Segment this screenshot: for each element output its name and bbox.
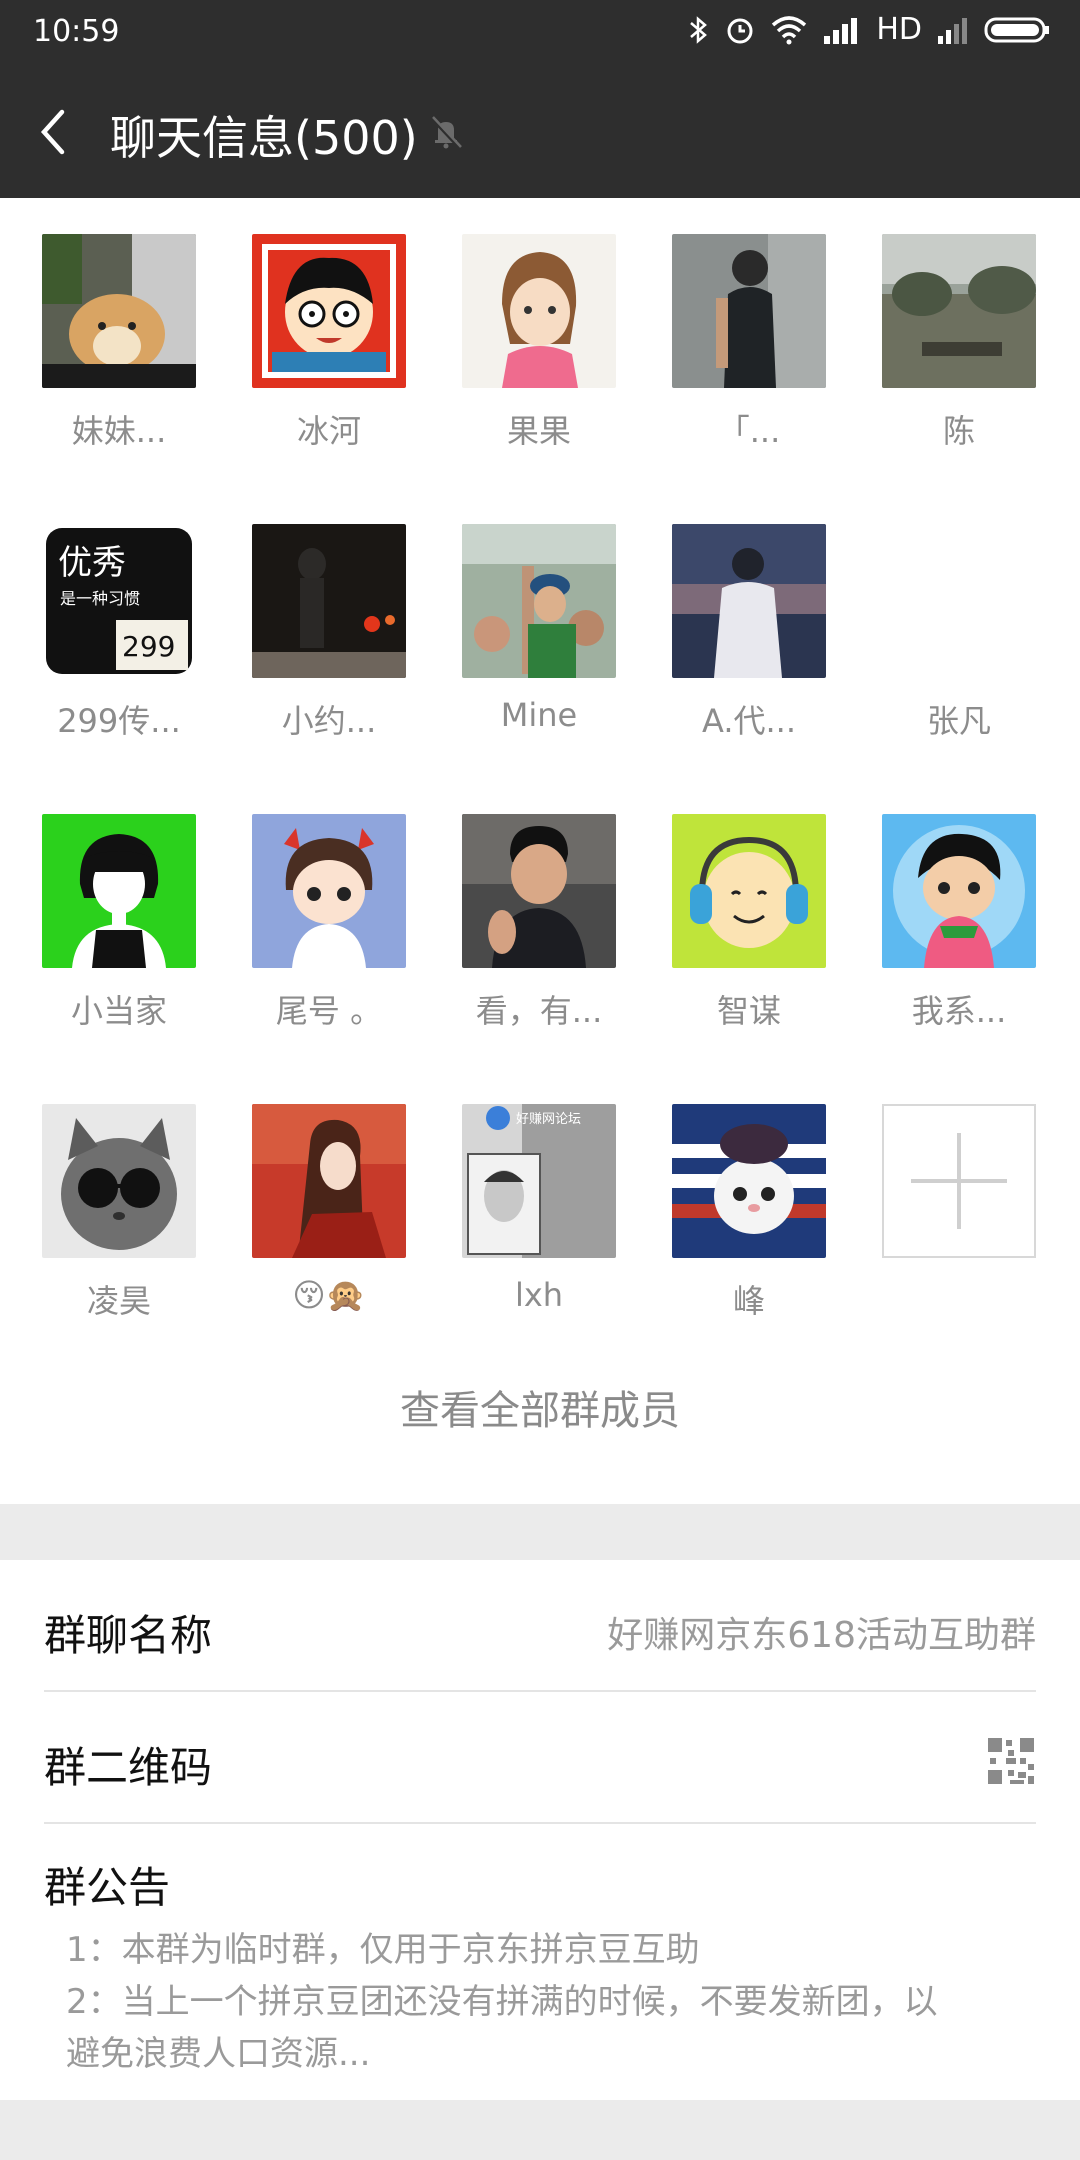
avatar[interactable] [252, 234, 406, 388]
member-name: 小当家 [70, 992, 167, 1030]
member-name: 「... [717, 412, 781, 450]
avatar[interactable] [252, 524, 406, 678]
mute-bell-icon [430, 116, 462, 150]
avatar[interactable] [672, 814, 826, 968]
qr-code-icon [986, 1736, 1036, 1786]
back-arrow-icon[interactable] [30, 106, 80, 158]
member-item[interactable]: 😚🙊 [252, 1104, 406, 1354]
avatar[interactable] [882, 234, 1036, 388]
member-name: 冰河 [296, 412, 361, 450]
bluetooth-icon [690, 15, 708, 44]
member-name: Mine [500, 696, 578, 734]
member-item[interactable]: 「... [672, 234, 826, 524]
member-item[interactable]: 凌昊 [42, 1104, 196, 1354]
avatar[interactable]: 优秀 是一种习惯 299 [42, 524, 196, 678]
member-item[interactable]: 优秀 是一种习惯 299 299传... [42, 524, 196, 814]
member-name: lxh [514, 1276, 564, 1314]
group-qr-row[interactable]: 群二维码 [44, 1692, 1036, 1824]
network-type: HD [876, 12, 922, 47]
avatar [882, 524, 1036, 678]
member-item[interactable]: 我系... [882, 814, 1036, 1104]
member-item[interactable]: 好赚网论坛 lxh [462, 1104, 616, 1354]
group-name-label: 群聊名称 [44, 1611, 213, 1660]
group-name-value: 好赚网京东618活动互助群 [607, 1615, 1036, 1656]
member-item[interactable]: 峰 [672, 1104, 826, 1354]
avatar[interactable]: 好赚网论坛 [462, 1104, 616, 1258]
member-name: 凌昊 [86, 1282, 151, 1320]
status-icons: HD [688, 12, 1052, 47]
member-item[interactable]: 陈 [882, 234, 1036, 524]
section-divider [0, 2100, 1080, 2160]
avatar[interactable] [462, 524, 616, 678]
member-item[interactable]: 智谋 [672, 814, 826, 1104]
member-name: 我系... [911, 992, 1007, 1030]
title-bar: 聊天信息(500) [0, 66, 1080, 198]
add-member-button[interactable] [882, 1104, 1036, 1258]
avatar[interactable] [252, 814, 406, 968]
group-name-row[interactable]: 群聊名称 好赚网京东618活动互助群 [44, 1560, 1036, 1692]
avatar-watermark: 好赚网论坛 [516, 1111, 581, 1127]
member-item[interactable]: 看，有... [462, 814, 616, 1104]
member-name: 张凡 [926, 702, 991, 740]
member-name: 果果 [506, 412, 571, 450]
group-qr-label: 群二维码 [44, 1743, 213, 1792]
member-item[interactable]: 小当家 [42, 814, 196, 1104]
member-item[interactable]: 冰河 [252, 234, 406, 524]
view-all-members-link[interactable]: 查看全部群成员 [0, 1378, 1080, 1436]
member-item[interactable]: Mine [462, 524, 616, 814]
signal-icon [824, 17, 858, 44]
group-notice-text: 1：本群为临时群，仅用于京东拼京豆互助 2：当上一个拼京豆团还没有拼满的时候，不… [66, 1930, 938, 2074]
page-title: 聊天信息(500) [110, 111, 418, 165]
member-item[interactable]: 尾号 。 [252, 814, 406, 1104]
avatar-text: 优秀 [58, 543, 126, 583]
wifi-icon [772, 15, 807, 44]
row-divider [44, 1822, 1036, 1824]
avatar[interactable] [672, 234, 826, 388]
avatar[interactable] [42, 1104, 196, 1258]
avatar[interactable] [672, 1104, 826, 1258]
member-name: 😚🙊 [292, 1276, 366, 1314]
member-name: 智谋 [716, 992, 781, 1030]
alarm-icon [727, 18, 753, 43]
group-notice-label[interactable]: 群公告 [44, 1854, 170, 1915]
avatar-number: 299 [122, 630, 175, 663]
member-name: 尾号 。 [275, 992, 383, 1030]
member-grid: 妹妹... 冰河 果果 「... 陈 优秀 是一种习惯 299 299传... … [42, 234, 1042, 1354]
battery-icon [984, 17, 1049, 42]
member-name: 看，有... [475, 992, 603, 1030]
member-item[interactable]: 妹妹... [42, 234, 196, 524]
member-item[interactable]: 张凡 [882, 524, 1036, 814]
avatar[interactable] [882, 814, 1036, 968]
member-name: 陈 [942, 412, 975, 450]
avatar[interactable] [672, 524, 826, 678]
section-divider [0, 1504, 1080, 1560]
avatar[interactable] [462, 234, 616, 388]
avatar[interactable] [252, 1104, 406, 1258]
member-name: 妹妹... [71, 412, 167, 450]
status-bar: 10:59 HD [0, 0, 1080, 66]
status-time: 10:59 [33, 14, 120, 49]
avatar[interactable] [42, 234, 196, 388]
member-name: 峰 [732, 1282, 765, 1320]
avatar[interactable] [42, 814, 196, 968]
member-item[interactable]: 小约... [252, 524, 406, 814]
avatar-subtext: 是一种习惯 [60, 589, 140, 608]
member-name: 小约... [281, 702, 377, 740]
avatar[interactable] [462, 814, 616, 968]
signal-weak-icon [938, 17, 967, 44]
member-name: 299传... [57, 702, 181, 740]
member-name: A.代... [701, 702, 797, 740]
member-item[interactable]: A.代... [672, 524, 826, 814]
member-item[interactable]: 果果 [462, 234, 616, 524]
add-member-item[interactable] [882, 1104, 1036, 1354]
